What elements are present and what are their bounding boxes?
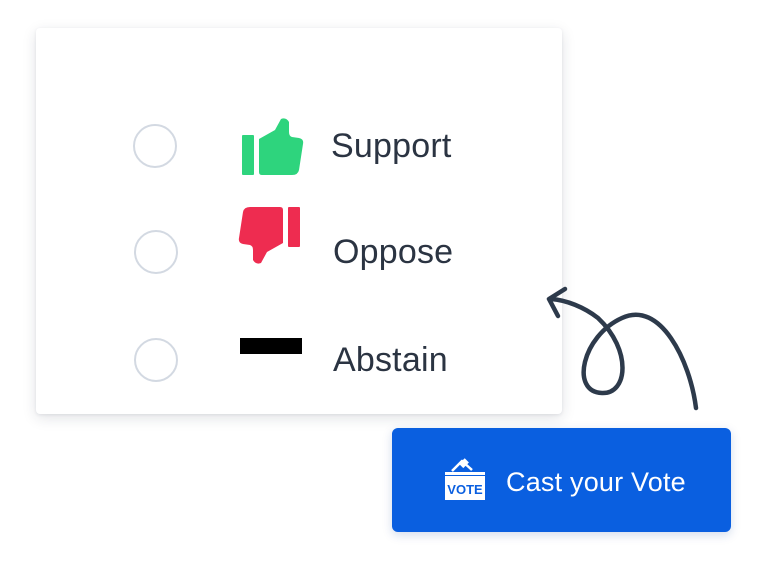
ballot-box-icon: VOTE: [442, 458, 488, 502]
option-oppose[interactable]: Oppose: [36, 207, 562, 294]
voting-widget: Support Oppose Abstain VOTE Cast your Vo…: [0, 0, 768, 562]
thumbs-up-icon: [238, 118, 304, 178]
thumbs-down-icon: [238, 204, 304, 264]
vote-options-card: Support Oppose Abstain: [36, 28, 562, 414]
abstain-radio[interactable]: [134, 338, 178, 382]
support-label: Support: [331, 127, 452, 165]
cast-vote-button[interactable]: VOTE Cast your Vote: [392, 428, 731, 532]
ballot-box-text: VOTE: [447, 482, 483, 497]
dash-icon: [238, 332, 304, 392]
option-abstain[interactable]: Abstain: [36, 322, 562, 402]
cast-vote-label: Cast your Vote: [506, 467, 686, 497]
oppose-label: Oppose: [333, 233, 454, 271]
support-radio[interactable]: [133, 124, 177, 168]
oppose-radio[interactable]: [134, 230, 178, 274]
abstain-label: Abstain: [333, 341, 448, 379]
option-support[interactable]: Support: [36, 108, 562, 188]
